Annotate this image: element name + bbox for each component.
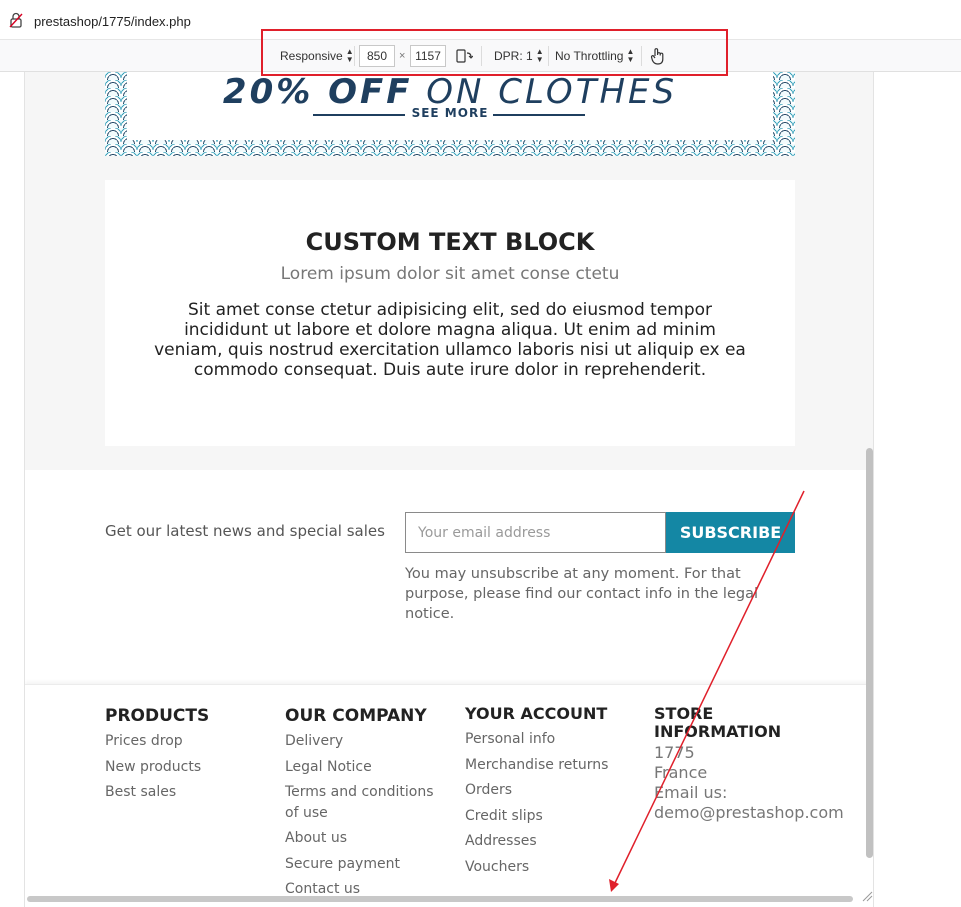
footer-link-credit-slips[interactable]: Credit slips <box>465 804 608 830</box>
footer-products-column: PRODUCTS Prices drop New products Best s… <box>105 707 209 806</box>
custom-text-subtitle: Lorem ipsum dolor sit amet conse ctetu <box>280 264 620 284</box>
see-more-link[interactable]: SEE MORE <box>127 106 773 120</box>
vertical-scrollbar[interactable] <box>866 448 873 858</box>
custom-text-title: CUSTOM TEXT BLOCK <box>305 228 595 256</box>
footer-link-terms[interactable]: Terms and conditions of use <box>285 782 445 824</box>
subscribe-button[interactable]: SUBSCRIBE <box>666 512 795 553</box>
insecure-lock-icon[interactable] <box>9 12 23 28</box>
store-email-link[interactable]: demo@prestashop.com <box>654 803 844 823</box>
newsletter-section: Get our latest news and special sales SU… <box>25 470 873 684</box>
store-line-2: France <box>654 763 708 782</box>
footer-link-best-sales[interactable]: Best sales <box>105 780 209 806</box>
banner-inner: 20% OFF ON CLOTHES SEE MORE <box>127 72 773 140</box>
resize-grip-icon[interactable] <box>861 890 873 902</box>
custom-text-body: Sit amet conse ctetur adipisicing elit, … <box>154 300 746 380</box>
footer-link-delivery[interactable]: Delivery <box>285 729 445 755</box>
footer-link-secure-payment[interactable]: Secure payment <box>285 852 445 878</box>
footer-company-title: OUR COMPANY <box>285 706 427 726</box>
footer-link-about-us[interactable]: About us <box>285 826 445 852</box>
footer-store-title: STORE INFORMATION <box>654 704 782 741</box>
store-line-1: 1775 <box>654 743 695 762</box>
promo-banner[interactable]: 20% OFF ON CLOTHES SEE MORE <box>105 72 795 156</box>
store-line-3: Email us: <box>654 783 728 802</box>
footer-products-title: PRODUCTS <box>105 706 210 726</box>
footer-company-column: OUR COMPANY Delivery Legal Notice Terms … <box>285 707 445 903</box>
footer: PRODUCTS Prices drop New products Best s… <box>25 684 873 907</box>
custom-text-block: CUSTOM TEXT BLOCK Lorem ipsum dolor sit … <box>105 180 795 446</box>
see-more-line-right <box>493 114 585 116</box>
footer-link-addresses[interactable]: Addresses <box>465 829 608 855</box>
footer-link-prices-drop[interactable]: Prices drop <box>105 729 209 755</box>
footer-link-legal-notice[interactable]: Legal Notice <box>285 755 445 781</box>
viewport-outer-area <box>875 72 961 907</box>
annotation-highlight-box <box>261 29 728 76</box>
footer-store-column: STORE INFORMATION 1775 France Email us: … <box>654 704 844 823</box>
footer-link-new-products[interactable]: New products <box>105 755 209 781</box>
newsletter-note: You may unsubscribe at any moment. For t… <box>405 566 758 622</box>
footer-link-merchandise-returns[interactable]: Merchandise returns <box>465 753 608 779</box>
page-viewport: 20% OFF ON CLOTHES SEE MORE CUSTOM TEXT … <box>24 72 874 907</box>
newsletter-label: Get our latest news and special sales <box>105 522 385 540</box>
footer-link-vouchers[interactable]: Vouchers <box>465 855 608 881</box>
horizontal-scrollbar[interactable] <box>27 896 853 902</box>
url-text[interactable]: prestashop/1775/index.php <box>34 14 191 29</box>
footer-link-orders[interactable]: Orders <box>465 778 608 804</box>
newsletter-email-input[interactable] <box>405 512 666 553</box>
footer-link-personal-info[interactable]: Personal info <box>465 727 608 753</box>
footer-account-title: YOUR ACCOUNT <box>465 704 608 723</box>
footer-account-column: YOUR ACCOUNT Personal info Merchandise r… <box>465 705 608 880</box>
